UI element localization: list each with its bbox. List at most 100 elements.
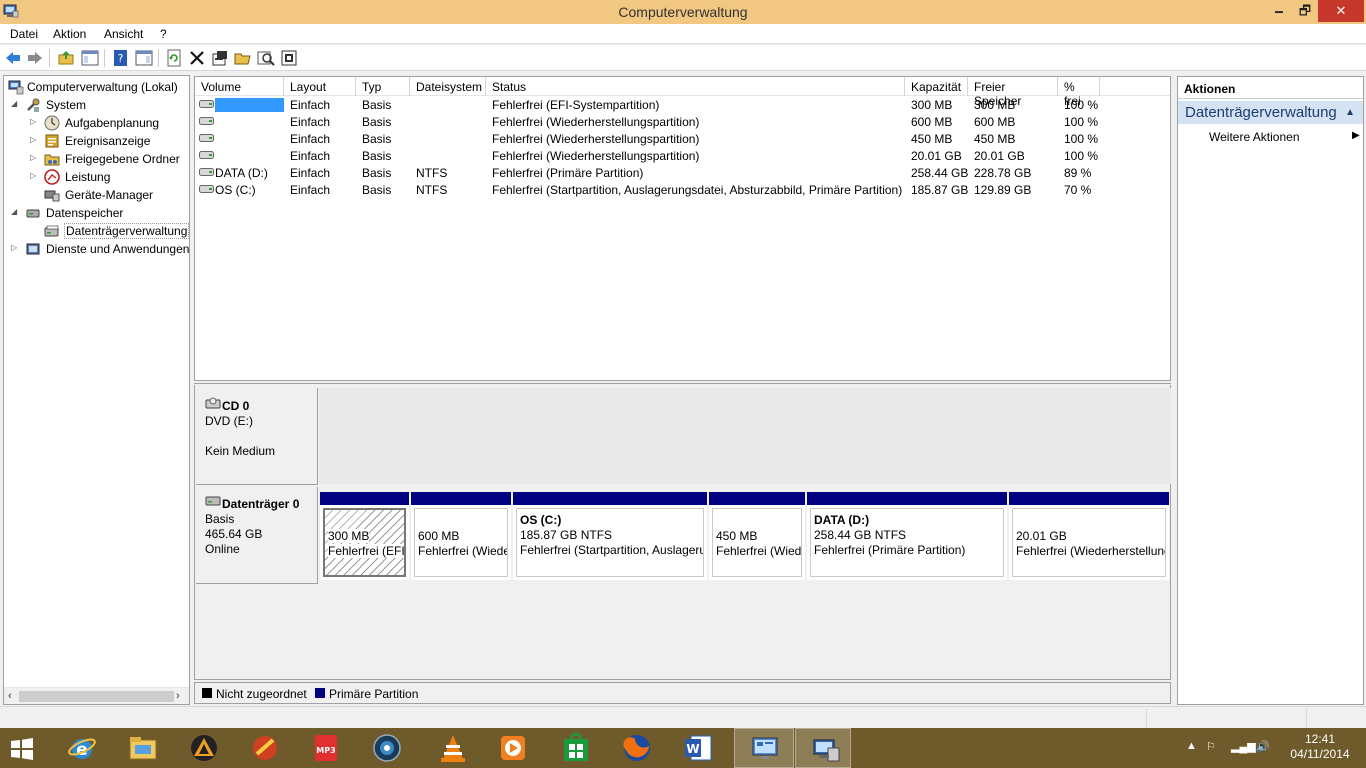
- show-hidden-icons-icon[interactable]: ▲: [1186, 740, 1197, 752]
- collapse-triangle-icon[interactable]: ▲: [1345, 107, 1355, 118]
- show-actions-icon[interactable]: [135, 49, 153, 67]
- start-button[interactable]: [0, 728, 50, 768]
- menu-help[interactable]: ?: [160, 27, 167, 41]
- volume-list[interactable]: Volume Layout Typ Dateisystem Status Kap…: [194, 76, 1171, 381]
- column-header-typ[interactable]: Typ: [356, 77, 410, 96]
- action-more-actions[interactable]: Weitere Aktionen: [1209, 130, 1300, 144]
- up-folder-icon[interactable]: [57, 49, 75, 67]
- scrollbar-thumb[interactable]: [19, 691, 174, 702]
- primary-partition-bar: [807, 492, 1007, 505]
- title-bar[interactable]: Computerverwaltung 🗕 🗗 ✕: [0, 0, 1366, 24]
- console-tree[interactable]: Computerverwaltung (Lokal) ◢ System ▷ Au…: [3, 75, 190, 705]
- help-icon[interactable]: ?: [112, 49, 130, 67]
- table-row[interactable]: DATA (D:) Einfach Basis NTFS Fehlerfrei …: [195, 165, 1170, 182]
- table-row[interactable]: Einfach Basis Fehlerfrei (Wiederherstell…: [195, 114, 1170, 131]
- collapse-arrow-icon[interactable]: ◢: [11, 99, 20, 109]
- pane-splitter[interactable]: [194, 380, 1171, 384]
- column-header-status[interactable]: Status: [486, 77, 905, 96]
- cell-freier-speicher: 600 MB: [974, 115, 1016, 129]
- expand-arrow-icon[interactable]: ▷: [11, 243, 20, 253]
- open-folder-icon[interactable]: [234, 49, 252, 67]
- close-button[interactable]: ✕: [1318, 0, 1364, 22]
- taskbar-mp3-converter[interactable]: MP3: [296, 728, 356, 768]
- cd-drive-label[interactable]: CD 0 DVD (E:) Kein Medium: [196, 388, 318, 485]
- table-row[interactable]: OS (C:) Einfach Basis NTFS Fehlerfrei (S…: [195, 182, 1170, 199]
- cd-drive-area[interactable]: [319, 388, 1171, 484]
- column-header-prozent-frei[interactable]: % frei: [1058, 77, 1100, 108]
- disk-graphical-view[interactable]: CD 0 DVD (E:) Kein Medium Datenträger 0 …: [194, 385, 1171, 680]
- taskbar-firefox[interactable]: [607, 728, 667, 768]
- delete-icon[interactable]: [188, 49, 206, 67]
- taskbar-word[interactable]: W: [668, 728, 728, 768]
- table-row[interactable]: Einfach Basis Fehlerfrei (EFI-Systempart…: [195, 97, 1170, 114]
- event-viewer-icon: [45, 134, 59, 148]
- partition-recovery-2[interactable]: 450 MB Fehlerfrei (Wiederherstellungspar…: [709, 492, 805, 580]
- expand-arrow-icon[interactable]: ▷: [30, 153, 39, 163]
- partition-box[interactable]: 450 MB Fehlerfrei (Wiederherstellungspar…: [712, 508, 802, 577]
- menu-aktion[interactable]: Aktion: [53, 27, 86, 41]
- disk0-label[interactable]: Datenträger 0 Basis 465.64 GB Online: [196, 487, 318, 584]
- column-header-dateisystem[interactable]: Dateisystem: [410, 77, 486, 96]
- minimize-button[interactable]: 🗕: [1266, 0, 1292, 22]
- taskbar-media-app[interactable]: [235, 728, 295, 768]
- taskbar-store[interactable]: [546, 728, 606, 768]
- expand-arrow-icon[interactable]: ▷: [30, 171, 39, 181]
- taskbar-video-player[interactable]: [483, 728, 543, 768]
- volume-icon: [199, 185, 214, 193]
- back-arrow-icon[interactable]: [4, 49, 22, 67]
- taskbar-control-panel[interactable]: [734, 728, 794, 768]
- volume-icon[interactable]: 🔊: [1256, 740, 1270, 753]
- collapse-arrow-icon[interactable]: ◢: [11, 207, 20, 217]
- partition-box[interactable]: OS (C:) 185.87 GB NTFS Fehlerfrei (Start…: [516, 508, 704, 577]
- taskbar-clock[interactable]: 12:41 04/11/2014: [1280, 732, 1360, 762]
- primary-partition-bar: [320, 492, 409, 505]
- signal-icon[interactable]: ▂▄▆: [1231, 740, 1256, 753]
- column-header-layout[interactable]: Layout: [284, 77, 356, 96]
- table-row[interactable]: Einfach Basis Fehlerfrei (Wiederherstell…: [195, 148, 1170, 165]
- partition-data-d[interactable]: DATA (D:) 258.44 GB NTFS Fehlerfrei (Pri…: [807, 492, 1007, 580]
- tree-label: Datenspeicher: [46, 206, 124, 220]
- svg-text:MP3: MP3: [316, 746, 335, 755]
- column-header-volume[interactable]: Volume: [195, 77, 284, 96]
- tree-horizontal-scrollbar[interactable]: ‹ ›: [4, 687, 189, 704]
- cell-freier-speicher: 228.78 GB: [974, 166, 1032, 180]
- disk-properties-icon[interactable]: [280, 49, 298, 67]
- scroll-left-icon[interactable]: ‹: [8, 690, 12, 702]
- taskbar-app[interactable]: [357, 728, 417, 768]
- clock-time: 12:41: [1304, 732, 1336, 746]
- refresh-icon[interactable]: [165, 49, 183, 67]
- actions-section-disk-management[interactable]: Datenträgerverwaltung ▲: [1178, 101, 1363, 124]
- menu-ansicht[interactable]: Ansicht: [104, 27, 143, 41]
- scroll-right-icon[interactable]: ›: [176, 690, 180, 702]
- status-segment: [1306, 709, 1364, 727]
- partition-recovery-3[interactable]: 20.01 GB Fehlerfrei (Wiederherstellungsp…: [1009, 492, 1169, 580]
- partition-box[interactable]: 600 MB Fehlerfrei (Wiederherstellungspar…: [414, 508, 508, 577]
- console-tree-icon[interactable]: [81, 49, 99, 67]
- partition-box[interactable]: 20.01 GB Fehlerfrei (Wiederherstellungsp…: [1012, 508, 1166, 577]
- partition-os-c[interactable]: OS (C:) 185.87 GB NTFS Fehlerfrei (Start…: [513, 492, 707, 580]
- column-header-freier-speicher[interactable]: Freier Speicher: [968, 77, 1058, 108]
- network-error-icon[interactable]: ⚐: [1206, 740, 1216, 753]
- taskbar-file-explorer[interactable]: [113, 728, 173, 768]
- cell-prozent-frei: 70 %: [1064, 183, 1092, 197]
- taskbar-vlc[interactable]: [423, 728, 483, 768]
- properties-icon[interactable]: [211, 49, 229, 67]
- partition-box[interactable]: DATA (D:) 258.44 GB NTFS Fehlerfrei (Pri…: [810, 508, 1004, 577]
- search-icon[interactable]: [257, 49, 275, 67]
- expand-arrow-icon[interactable]: ▷: [30, 135, 39, 145]
- expand-arrow-icon[interactable]: ▷: [30, 117, 39, 127]
- taskbar-aimp[interactable]: [174, 728, 234, 768]
- taskbar-computer-management[interactable]: [795, 728, 851, 768]
- selected-volume-cell[interactable]: [215, 98, 284, 112]
- partition-recovery-1[interactable]: 600 MB Fehlerfrei (Wiederherstellungspar…: [411, 492, 511, 580]
- submenu-arrow-icon[interactable]: ▶: [1352, 130, 1360, 141]
- volume-icon: [199, 168, 214, 176]
- maximize-button[interactable]: 🗗: [1292, 0, 1318, 22]
- column-header-kapazitaet[interactable]: Kapazität: [905, 77, 968, 96]
- taskbar-internet-explorer[interactable]: e: [52, 728, 112, 768]
- forward-arrow-icon[interactable]: [26, 49, 44, 67]
- partition-efi[interactable]: 300 MB Fehlerfrei (EFI-Systempartition): [320, 492, 409, 580]
- table-row[interactable]: Einfach Basis Fehlerfrei (Wiederherstell…: [195, 131, 1170, 148]
- menu-datei[interactable]: Datei: [10, 27, 38, 41]
- partition-box[interactable]: 300 MB Fehlerfrei (EFI-Systempartition): [323, 508, 406, 577]
